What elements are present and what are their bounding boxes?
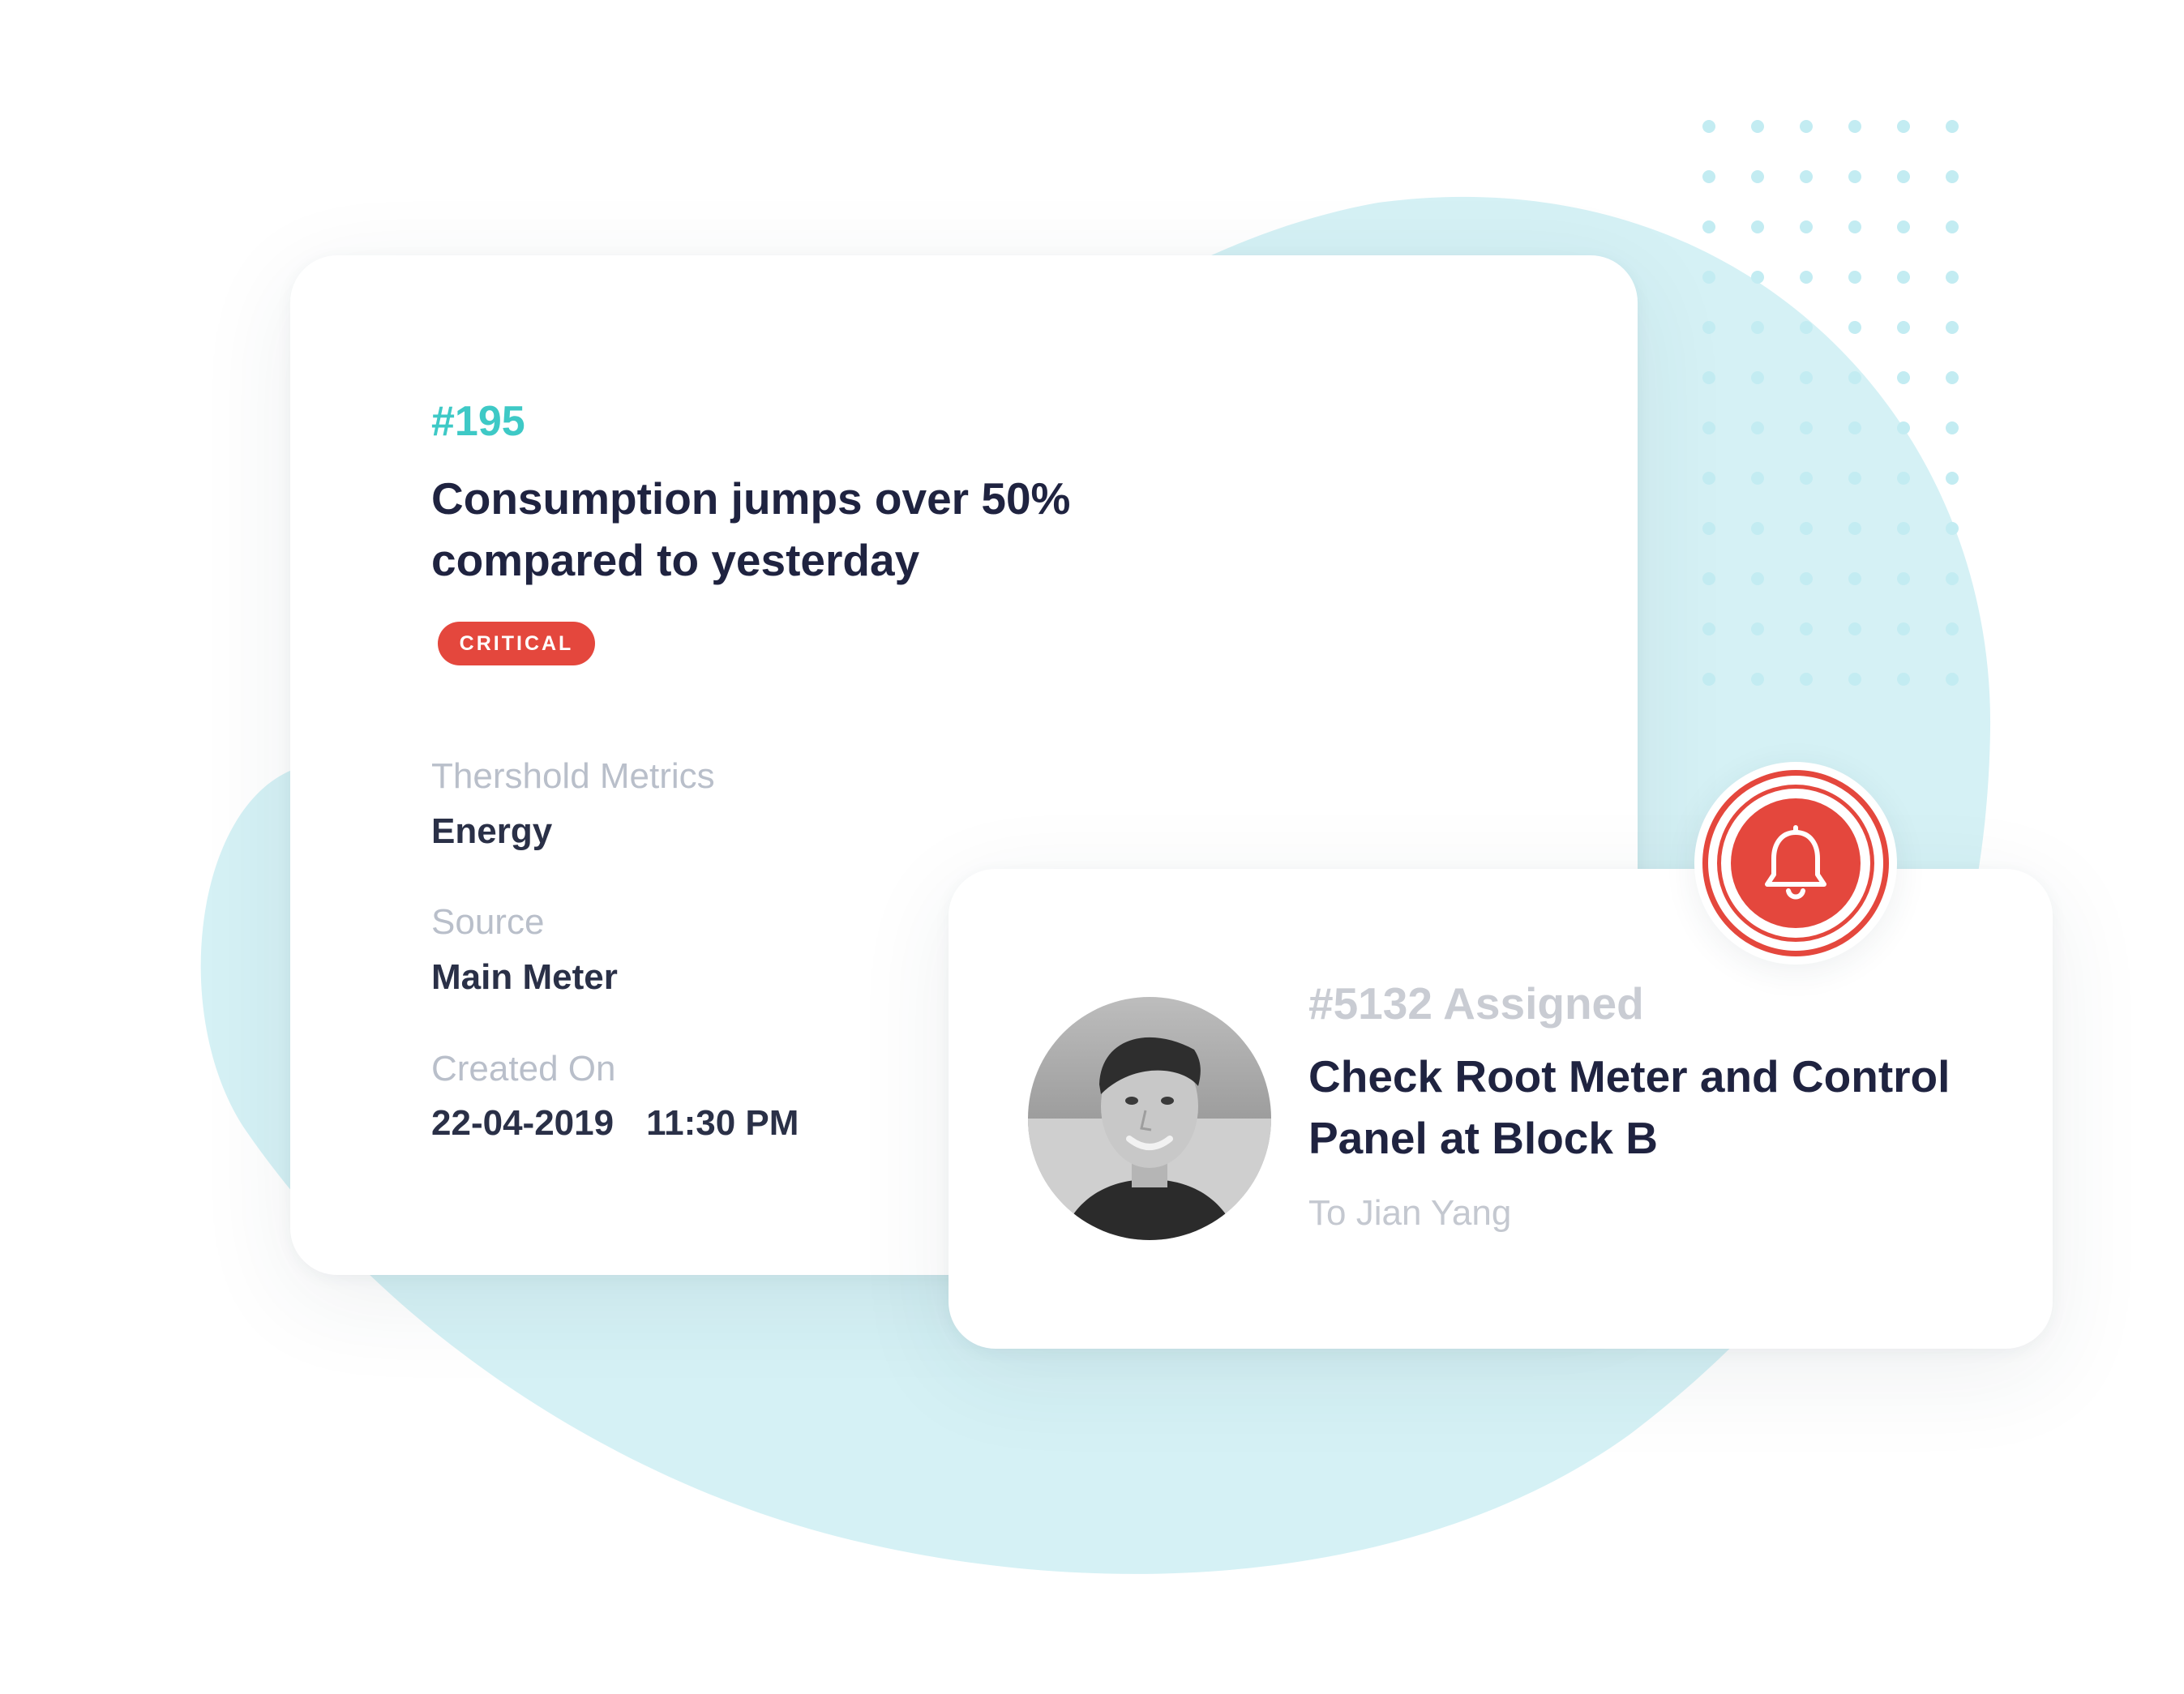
created-date: 22-04-2019 xyxy=(431,1103,615,1143)
source-value: Main Meter xyxy=(431,957,618,997)
decoration-dot xyxy=(1946,271,1959,284)
decoration-dot xyxy=(1800,673,1813,686)
decoration-dot xyxy=(1848,522,1861,535)
decoration-dot xyxy=(1751,572,1764,585)
decoration-dot xyxy=(1800,120,1813,133)
decoration-dot xyxy=(1848,220,1861,233)
decoration-dot xyxy=(1946,673,1959,686)
decoration-dot xyxy=(1800,421,1813,434)
decoration-dot xyxy=(1848,371,1861,384)
decoration-dot xyxy=(1702,321,1715,334)
task-id: #5132 Assigned xyxy=(1308,978,1644,1029)
decoration-dot xyxy=(1751,371,1764,384)
decoration-dot xyxy=(1897,522,1910,535)
decoration-dot xyxy=(1800,622,1813,635)
decoration-dot xyxy=(1702,120,1715,133)
decoration-dot xyxy=(1702,170,1715,183)
decoration-dot xyxy=(1751,220,1764,233)
decoration-dot xyxy=(1702,673,1715,686)
decoration-dot xyxy=(1897,321,1910,334)
avatar xyxy=(1028,997,1271,1240)
decoration-dot xyxy=(1751,673,1764,686)
notification-bell-button[interactable] xyxy=(1694,762,1897,965)
decoration-dot xyxy=(1751,421,1764,434)
decoration-dot xyxy=(1751,170,1764,183)
decoration-dot xyxy=(1800,220,1813,233)
decoration-dot xyxy=(1702,421,1715,434)
decoration-dot xyxy=(1897,673,1910,686)
threshold-metrics-label: Thershold Metrics xyxy=(431,756,715,796)
decoration-dot xyxy=(1848,472,1861,485)
decoration-dot xyxy=(1751,271,1764,284)
task-card[interactable]: #5132 Assigned Check Root Meter and Cont… xyxy=(949,869,2053,1349)
decoration-dot xyxy=(1897,572,1910,585)
decoration-dot xyxy=(1751,622,1764,635)
decoration-dot xyxy=(1946,572,1959,585)
decoration-dot xyxy=(1751,120,1764,133)
decoration-dot xyxy=(1702,622,1715,635)
decoration-dot xyxy=(1897,622,1910,635)
decoration-dot xyxy=(1946,220,1959,233)
alert-title: Consumption jumps over 50% compared to y… xyxy=(431,473,1071,585)
decoration-dot xyxy=(1848,572,1861,585)
decoration-dot xyxy=(1848,170,1861,183)
decoration-dot xyxy=(1946,170,1959,183)
decoration-dot xyxy=(1897,421,1910,434)
decoration-dot xyxy=(1848,622,1861,635)
decoration-dot xyxy=(1946,472,1959,485)
decoration-dot xyxy=(1946,371,1959,384)
decoration-dot xyxy=(1848,120,1861,133)
source-label: Source xyxy=(431,902,545,942)
decoration-dot xyxy=(1946,522,1959,535)
alert-id: #195 xyxy=(431,398,525,445)
decoration-dot xyxy=(1800,522,1813,535)
decoration-dot xyxy=(1800,170,1813,183)
decoration-dot xyxy=(1848,421,1861,434)
critical-badge: CRITICAL xyxy=(438,622,595,665)
decoration-dot xyxy=(1702,220,1715,233)
decoration-dot xyxy=(1702,472,1715,485)
decoration-dot xyxy=(1848,673,1861,686)
decoration-dot xyxy=(1848,321,1861,334)
decoration-dot xyxy=(1751,472,1764,485)
task-assignee: To Jian Yang xyxy=(1308,1193,1512,1233)
decoration-dot xyxy=(1897,220,1910,233)
decoration-dot xyxy=(1751,321,1764,334)
avatar-photo xyxy=(1028,997,1271,1240)
decoration-dot xyxy=(1702,572,1715,585)
decoration-dot xyxy=(1897,371,1910,384)
decoration-dot xyxy=(1800,572,1813,585)
decoration-dot xyxy=(1800,472,1813,485)
bell-icon xyxy=(1731,798,1861,928)
decoration-dot xyxy=(1946,622,1959,635)
dot-grid-decoration xyxy=(1702,120,1959,686)
decoration-dot xyxy=(1897,120,1910,133)
decoration-dot xyxy=(1848,271,1861,284)
decoration-dot xyxy=(1946,421,1959,434)
decoration-dot xyxy=(1800,371,1813,384)
decoration-dot xyxy=(1702,522,1715,535)
decoration-dot xyxy=(1751,522,1764,535)
decoration-dot xyxy=(1946,321,1959,334)
decoration-dot xyxy=(1800,321,1813,334)
decoration-dot xyxy=(1946,120,1959,133)
threshold-metrics-value: Energy xyxy=(431,811,553,851)
decoration-dot xyxy=(1897,170,1910,183)
decoration-dot xyxy=(1897,271,1910,284)
created-on-value: 22-04-2019 11:30 PM xyxy=(431,1103,799,1144)
decoration-dot xyxy=(1702,371,1715,384)
decoration-dot xyxy=(1800,271,1813,284)
task-title: Check Root Meter and Control Panel at Bl… xyxy=(1308,1051,1951,1163)
created-time: 11:30 PM xyxy=(646,1103,799,1143)
decoration-dot xyxy=(1702,271,1715,284)
created-on-label: Created On xyxy=(431,1049,616,1089)
decoration-dot xyxy=(1897,472,1910,485)
